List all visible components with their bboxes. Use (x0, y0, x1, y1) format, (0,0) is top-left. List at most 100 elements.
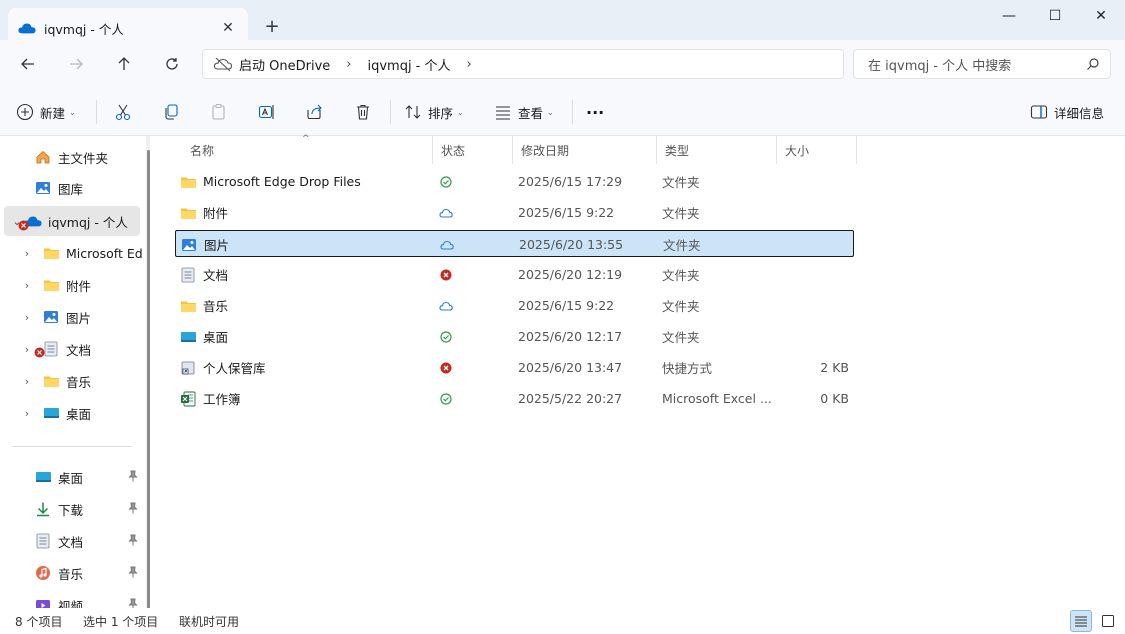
sidebar-item-label: 主文件夹 (58, 150, 109, 166)
file-size (775, 261, 849, 288)
file-row[interactable]: 桌面 2025/6/20 12:17 文件夹 (175, 323, 854, 350)
details-view-button[interactable] (1070, 610, 1092, 632)
file-name-cell: 个人保管库 (179, 354, 266, 381)
sidebar-item-label: Microsoft Ed (66, 245, 143, 261)
sort-button[interactable]: 排序 ⌄ (404, 97, 464, 127)
paste-group (204, 97, 234, 127)
file-size (776, 231, 850, 258)
chevron-right-icon[interactable]: › (20, 407, 34, 420)
pin-icon (128, 470, 138, 485)
file-modified: 2025/6/20 12:17 (518, 329, 623, 344)
breadcrumb-separator[interactable]: › (346, 57, 351, 72)
file-type: 文件夹 (662, 206, 700, 221)
file-row[interactable]: 工作簿 2025/5/22 20:27 Microsoft Excel ... 0 K… (175, 385, 854, 412)
file-name: Microsoft Edge Drop Files (203, 174, 361, 189)
desktop-icon (34, 468, 52, 486)
search-input[interactable]: 在 iqvmqj - 个人 中搜索 (853, 49, 1111, 79)
sidebar-item-desktop[interactable]: › 桌面 (20, 398, 91, 428)
divider (572, 100, 573, 124)
sidebar-item-home[interactable]: 主文件夹 (34, 142, 108, 172)
view-button[interactable]: 查看 ⌄ (494, 97, 554, 127)
more-options-button[interactable]: ··· (586, 97, 604, 127)
file-name: 音乐 (203, 299, 229, 314)
sidebar-item-pictures[interactable]: › 图片 (20, 302, 91, 332)
column-header-size[interactable]: 大小 (777, 136, 857, 164)
up-button[interactable] (107, 48, 141, 80)
file-name-cell: 工作簿 (179, 385, 241, 412)
cloud-only-icon (437, 199, 455, 226)
paste-button[interactable] (204, 97, 234, 127)
details-button[interactable]: 详细信息 (1030, 97, 1104, 127)
sidebar-item-onedrive[interactable]: ⌄ iqvmqj - 个人 (4, 206, 140, 236)
sidebar-pinned-music[interactable]: 音乐 (34, 558, 146, 588)
file-row[interactable]: 文档 2025/6/20 12:19 文件夹 (175, 261, 854, 288)
sidebar-pinned-videos[interactable]: 视频 (34, 590, 146, 608)
rename-icon (258, 105, 274, 119)
breadcrumb-current[interactable]: iqvmqj - 个人 (367, 55, 450, 74)
refresh-button[interactable] (155, 48, 189, 80)
address-bar[interactable]: 启动 OneDrive › iqvmqj - 个人 › (202, 49, 844, 79)
new-button[interactable]: 新建 ⌄ (16, 97, 76, 127)
navigation-bar: 启动 OneDrive › iqvmqj - 个人 › 在 iqvmqj - 个… (0, 40, 1125, 88)
back-button[interactable] (11, 48, 45, 80)
clipboard-group (108, 97, 138, 127)
chevron-right-icon[interactable]: › (20, 247, 34, 260)
selected-count: 选中 1 个项目 (83, 614, 159, 629)
large-icons-view-button[interactable] (1097, 610, 1119, 632)
file-name: 工作簿 (203, 392, 241, 407)
synced-check-icon (437, 323, 455, 350)
document-icon (179, 267, 197, 283)
column-header-name[interactable]: 名称 (182, 136, 433, 164)
file-row[interactable]: 图片 2025/6/20 13:55 文件夹 (175, 230, 854, 257)
sidebar-pinned-documents[interactable]: 文档 (34, 526, 146, 556)
tab-close-button[interactable]: ✕ (214, 14, 242, 42)
sidebar-item-documents[interactable]: › 文档 (20, 334, 91, 364)
sidebar-item-music[interactable]: › 音乐 (20, 366, 91, 396)
close-window-button[interactable]: ✕ (1078, 0, 1124, 32)
pictures-icon (180, 237, 198, 253)
sidebar-item-gallery[interactable]: 图库 (34, 173, 83, 203)
column-header-status[interactable]: 状态 (433, 136, 513, 164)
file-row[interactable]: 附件 2025/6/15 9:22 文件夹 (175, 199, 854, 226)
chevron-right-icon[interactable]: › (20, 279, 34, 292)
column-header-type[interactable]: 类型 (657, 136, 777, 164)
error-badge-icon (34, 347, 45, 358)
chevron-right-icon[interactable]: › (20, 343, 34, 356)
sync-error-icon (437, 354, 455, 381)
delete-button[interactable] (348, 97, 378, 127)
cloud-only-icon (437, 292, 455, 319)
new-tab-button[interactable]: + (258, 12, 286, 40)
file-name-cell: 附件 (179, 199, 228, 226)
pin-icon (128, 534, 138, 549)
sidebar-pinned-downloads[interactable]: 下载 (34, 494, 146, 524)
file-row[interactable]: Microsoft Edge Drop Files 2025/6/15 17:29… (175, 168, 854, 195)
share-button[interactable] (300, 97, 330, 127)
cut-icon (115, 104, 131, 121)
maximize-button[interactable]: ☐ (1032, 0, 1078, 32)
file-name-cell: 图片 (180, 231, 229, 258)
file-modified: 2025/6/20 12:19 (518, 267, 623, 282)
cut-button[interactable] (108, 97, 138, 127)
sidebar-item-attachments[interactable]: › 附件 (20, 270, 91, 300)
chevron-right-icon[interactable]: › (20, 311, 34, 324)
shortcut-icon (179, 360, 197, 376)
details-label: 详细信息 (1054, 105, 1105, 121)
search-placeholder: 在 iqvmqj - 个人 中搜索 (868, 58, 1012, 74)
minimize-button[interactable]: — (986, 0, 1032, 32)
pin-icon (128, 502, 138, 517)
chevron-down-icon: ⌄ (457, 107, 464, 117)
sidebar-scrollbar-thumb[interactable] (147, 150, 150, 610)
file-row[interactable]: 音乐 2025/6/15 9:22 文件夹 (175, 292, 854, 319)
file-row[interactable]: 个人保管库 2025/6/20 13:47 快捷方式 2 KB (175, 354, 854, 381)
forward-button[interactable] (59, 48, 93, 80)
sidebar-item-edge-drop[interactable]: › Microsoft Ed (20, 238, 143, 268)
chevron-right-icon[interactable]: › (20, 375, 34, 388)
breadcrumb-separator[interactable]: › (467, 57, 472, 72)
breadcrumb-onedrive[interactable]: 启动 OneDrive (239, 55, 330, 74)
cloud-offline-icon (213, 57, 233, 72)
rename-button[interactable] (252, 97, 282, 127)
excel-icon (179, 391, 197, 407)
column-header-modified[interactable]: 修改日期 (513, 136, 657, 164)
copy-button[interactable] (156, 97, 186, 127)
sidebar-pinned-desktop[interactable]: 桌面 (34, 462, 146, 492)
